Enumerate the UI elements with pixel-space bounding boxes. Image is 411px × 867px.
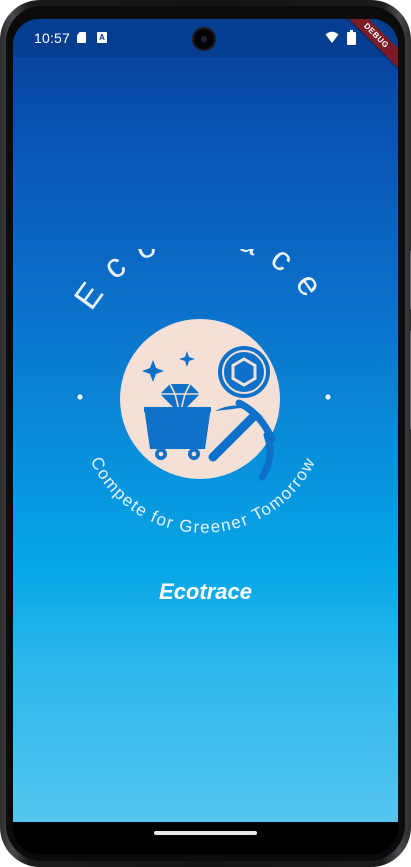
logo-circle bbox=[120, 319, 280, 479]
battery-icon bbox=[347, 30, 356, 45]
status-bar: 10:57 A bbox=[13, 19, 398, 57]
front-camera bbox=[192, 27, 216, 51]
home-gesture-handle[interactable] bbox=[154, 831, 257, 835]
ecotrace-logo: EcoTrace Compete for Greener Tomorrow bbox=[67, 249, 339, 537]
wifi-icon bbox=[325, 31, 339, 43]
status-time: 10:57 bbox=[34, 30, 71, 46]
logo-dot-right bbox=[325, 394, 331, 400]
hexagon-badge-icon bbox=[218, 346, 270, 398]
splash-screen: 10:57 A DEBUG EcoTrace Compete for Green bbox=[13, 19, 398, 822]
a-notification-icon: A bbox=[97, 32, 107, 43]
logo-top-text: EcoTrace bbox=[67, 249, 339, 317]
app-name-title: Ecotrace bbox=[159, 579, 252, 604]
logo-dot-left bbox=[77, 394, 83, 400]
phone-device: 10:57 A DEBUG EcoTrace Compete for Green bbox=[0, 0, 411, 867]
navigation-bar bbox=[13, 822, 398, 854]
sd-card-icon bbox=[77, 32, 86, 43]
